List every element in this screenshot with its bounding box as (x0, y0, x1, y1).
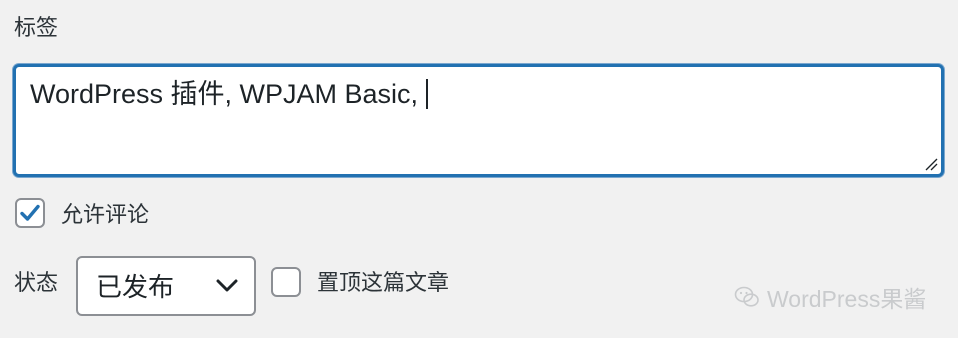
wechat-icon (734, 285, 760, 309)
resize-handle-icon[interactable] (924, 157, 938, 171)
tags-textarea[interactable]: WordPress 插件, WPJAM Basic, (13, 64, 944, 177)
tags-input-text: WordPress 插件, WPJAM Basic, (30, 76, 429, 112)
watermark: WordPress果酱 (734, 281, 926, 313)
status-selected-value: 已发布 (96, 272, 175, 302)
text-cursor (426, 79, 429, 109)
sticky-post-checkbox[interactable] (271, 267, 301, 297)
checkmark-icon (20, 204, 40, 221)
status-label: 状态 (14, 270, 59, 295)
status-select[interactable]: 已发布 (76, 256, 256, 316)
allow-comments-label[interactable]: 允许评论 (61, 200, 149, 230)
allow-comments-checkbox[interactable] (15, 198, 45, 228)
sticky-post-label[interactable]: 置顶这篇文章 (317, 268, 449, 298)
watermark-text: WordPress果酱 (767, 286, 927, 312)
tags-label: 标签 (14, 15, 59, 40)
chevron-down-icon (216, 279, 238, 298)
